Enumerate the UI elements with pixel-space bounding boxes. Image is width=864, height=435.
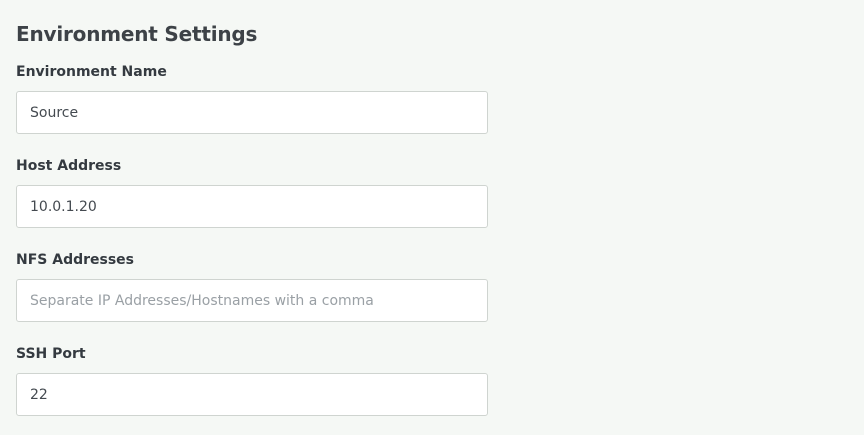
ssh-port-label: SSH Port xyxy=(16,346,86,362)
ssh-port-input[interactable] xyxy=(16,373,488,416)
nfs-addresses-input[interactable] xyxy=(16,279,488,322)
section-title: Environment Settings xyxy=(16,22,258,46)
environment-name-input[interactable] xyxy=(16,91,488,134)
nfs-addresses-label: NFS Addresses xyxy=(16,252,135,268)
host-address-label: Host Address xyxy=(16,158,122,174)
host-address-input[interactable] xyxy=(16,185,488,228)
environment-name-label: Environment Name xyxy=(16,64,167,80)
